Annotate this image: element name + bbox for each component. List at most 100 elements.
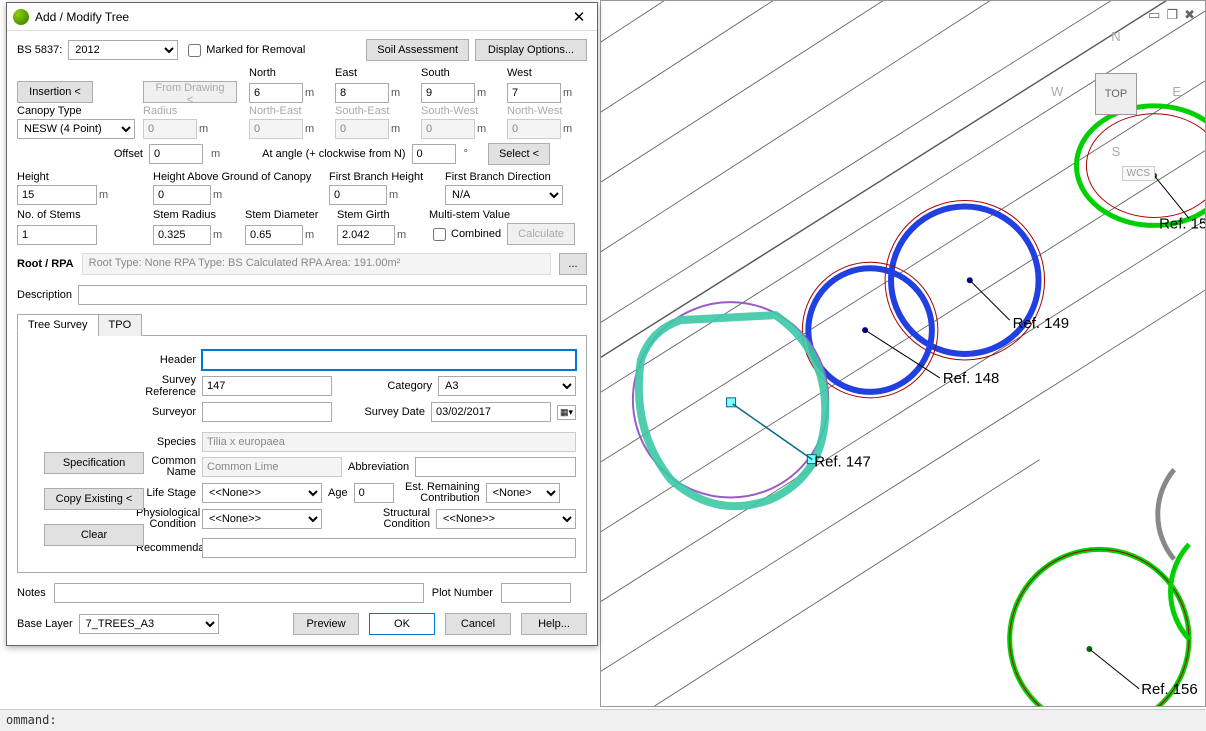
from-drawing-button: From Drawing <: [143, 81, 237, 103]
hagoc-input[interactable]: [153, 185, 211, 205]
surveyor-input[interactable]: [202, 402, 332, 422]
ok-button[interactable]: OK: [369, 613, 435, 635]
viewcube[interactable]: N S W E TOP: [1051, 29, 1181, 159]
base-layer-select[interactable]: 7_TREES_A3: [79, 614, 219, 634]
root-rpa-label: Root / RPA: [17, 258, 74, 270]
dialog-titlebar[interactable]: Add / Modify Tree ✕: [7, 3, 597, 31]
preview-button[interactable]: Preview: [293, 613, 359, 635]
cancel-button[interactable]: Cancel: [445, 613, 511, 635]
radius-label: Radius: [143, 105, 243, 117]
description-input[interactable]: [78, 285, 587, 305]
struct-cond-select[interactable]: <<None>>: [436, 509, 576, 529]
erc-select[interactable]: <None>: [486, 483, 560, 503]
viewcube-w[interactable]: W: [1051, 84, 1063, 99]
calculate-button: Calculate: [507, 223, 575, 245]
category-label: Category: [387, 380, 432, 392]
ref-label-149: Ref. 149: [1013, 315, 1069, 332]
canopy-type-select[interactable]: NESW (4 Point): [17, 119, 135, 139]
ref-label-148: Ref. 148: [943, 370, 999, 387]
sw-label: South-West: [421, 105, 501, 117]
abbrev-input[interactable]: [415, 457, 576, 477]
root-rpa-ellipsis-button[interactable]: ...: [559, 253, 587, 275]
add-modify-tree-dialog: Add / Modify Tree ✕ BS 5837: 2012 Marked…: [6, 2, 598, 646]
doc-close-icon[interactable]: ✖: [1184, 7, 1195, 23]
west-input[interactable]: [507, 83, 561, 103]
species-label: Species: [136, 436, 196, 448]
radius-input: [143, 119, 197, 139]
survey-ref-input[interactable]: [202, 376, 332, 396]
sg-input[interactable]: [337, 225, 395, 245]
close-icon[interactable]: ✕: [567, 6, 591, 28]
east-input[interactable]: [335, 83, 389, 103]
at-angle-input[interactable]: [412, 144, 456, 164]
fbd-label: First Branch Direction: [445, 171, 585, 183]
sr-label: Stem Radius: [153, 209, 239, 221]
tree-survey-panel: Specification Copy Existing < Clear Head…: [17, 336, 587, 573]
doc-restore-icon[interactable]: ❐: [1166, 7, 1178, 23]
soil-assessment-button[interactable]: Soil Assessment: [366, 39, 469, 61]
life-stage-select[interactable]: <<None>>: [202, 483, 322, 503]
command-line[interactable]: ommand:: [0, 709, 1206, 731]
sd-input[interactable]: [245, 225, 303, 245]
ne-label: North-East: [249, 105, 329, 117]
nw-label: North-West: [507, 105, 587, 117]
tree-icon: [13, 9, 29, 25]
insertion-button[interactable]: Insertion <: [17, 81, 93, 103]
viewcube-e[interactable]: E: [1172, 84, 1181, 99]
category-select[interactable]: A3: [438, 376, 576, 396]
sw-input: [421, 119, 475, 139]
survey-date-input[interactable]: [431, 402, 551, 422]
copy-existing-button[interactable]: Copy Existing <: [44, 488, 144, 510]
help-button[interactable]: Help...: [521, 613, 587, 635]
bs5837-label: BS 5837:: [17, 44, 62, 56]
nos-input[interactable]: [17, 225, 97, 245]
calendar-icon[interactable]: ▦▾: [557, 405, 576, 420]
abbrev-label: Abbreviation: [348, 461, 409, 473]
viewcube-n[interactable]: N: [1051, 29, 1181, 44]
erc-label: Est. Remaining Contribution: [400, 482, 480, 504]
recommendations-label: Recommendations: [136, 542, 196, 554]
tab-strip: Tree Survey TPO: [17, 313, 587, 336]
east-label: East: [335, 67, 415, 79]
fbd-select[interactable]: N/A: [445, 185, 563, 205]
age-input[interactable]: [354, 483, 394, 503]
viewcube-s[interactable]: S: [1051, 144, 1181, 159]
recommendations-input[interactable]: [202, 538, 576, 558]
doc-minimize-icon[interactable]: ▭: [1148, 7, 1160, 23]
fbh-input[interactable]: [329, 185, 387, 205]
fbh-label: First Branch Height: [329, 171, 439, 183]
plot-number-input[interactable]: [501, 583, 571, 603]
offset-label: Offset: [114, 148, 143, 160]
sr-input[interactable]: [153, 225, 211, 245]
clear-button[interactable]: Clear: [44, 524, 144, 546]
header-label: Header: [136, 354, 196, 366]
height-input[interactable]: [17, 185, 97, 205]
height-label: Height: [17, 171, 147, 183]
bs5837-select[interactable]: 2012: [68, 40, 178, 60]
specification-button[interactable]: Specification: [44, 452, 144, 474]
combined-checkbox[interactable]: Combined: [429, 225, 501, 244]
header-input[interactable]: [202, 350, 576, 370]
survey-ref-label: Survey Reference: [136, 374, 196, 398]
tab-tpo[interactable]: TPO: [98, 314, 143, 336]
select-button[interactable]: Select <: [488, 143, 550, 165]
tab-tree-survey[interactable]: Tree Survey: [17, 314, 99, 336]
wcs-indicator[interactable]: WCS: [1122, 166, 1155, 181]
common-name-input: [202, 457, 342, 477]
notes-label: Notes: [17, 587, 46, 599]
drawing-canvas[interactable]: Ref. 149 Ref. 148 Ref. 147 Ref. 15 Ref. …: [600, 0, 1206, 707]
offset-input[interactable]: [149, 144, 203, 164]
msv-label: Multi-stem Value: [429, 209, 589, 221]
notes-input[interactable]: [54, 583, 424, 603]
common-name-label: Common Name: [136, 456, 196, 478]
marked-removal-checkbox[interactable]: Marked for Removal: [184, 41, 305, 60]
base-layer-label: Base Layer: [17, 618, 73, 630]
viewcube-top[interactable]: TOP: [1095, 73, 1137, 115]
south-input[interactable]: [421, 83, 475, 103]
south-label: South: [421, 67, 501, 79]
phys-cond-select[interactable]: <<None>>: [202, 509, 322, 529]
plot-number-label: Plot Number: [432, 587, 493, 599]
display-options-button[interactable]: Display Options...: [475, 39, 587, 61]
phys-cond-label: Physiological Condition: [136, 508, 196, 530]
north-input[interactable]: [249, 83, 303, 103]
